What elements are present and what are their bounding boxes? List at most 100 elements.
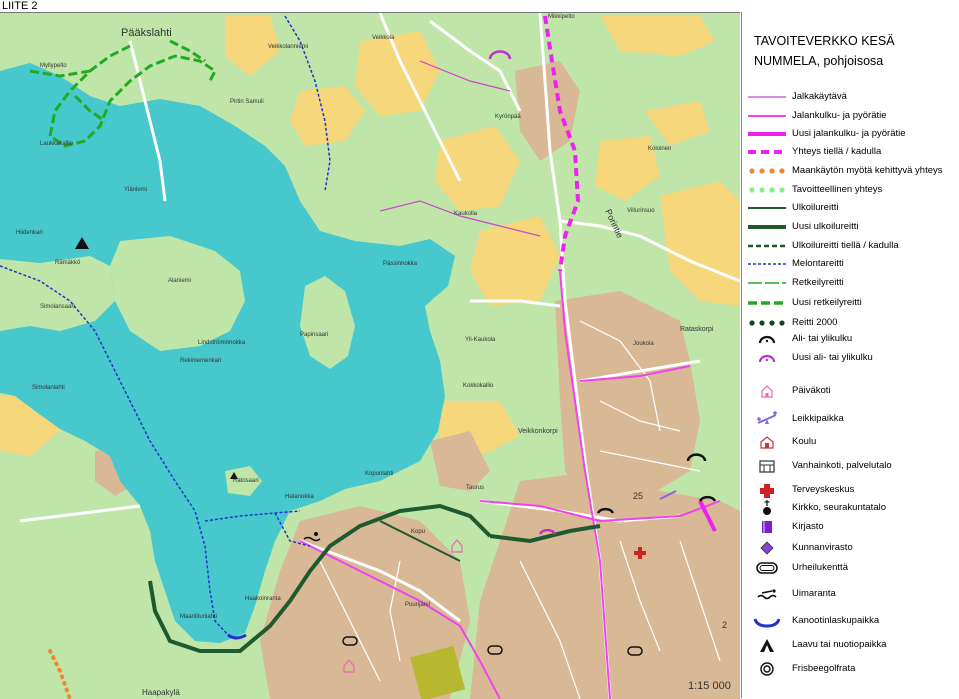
map-place-label: Pääkslahti xyxy=(121,27,172,39)
legend-item-label: Kunnanvirasto xyxy=(792,542,853,553)
legend-item-label: Leikkipaikka xyxy=(792,413,844,424)
school-icon xyxy=(746,433,788,451)
care-icon xyxy=(746,457,788,475)
map-place-label: Simolansaari xyxy=(40,304,75,310)
legend-panel: TAVOITEVERKKO KESÄ NUMMELA, pohjoisosa J… xyxy=(741,12,959,698)
legend-item: Yhteys tiellä / kadulla xyxy=(742,143,959,161)
legend-item-label: Kirjasto xyxy=(792,521,824,532)
legend-item: Päiväkoti xyxy=(742,382,959,400)
legend-item-label: Jalkakäytävä xyxy=(792,91,847,102)
legend-item-label: Kirkko, seurakuntatalo xyxy=(792,502,886,513)
legend-item: Uusi retkeilyreitti xyxy=(742,294,959,312)
map-place-label: Rekiniemenkari xyxy=(180,358,221,364)
legend-item-label: Uusi ulkoilureitti xyxy=(792,221,859,232)
legend-item: Uusi jalankulku- ja pyörätie xyxy=(742,125,959,143)
legend-item-label: Uusi retkeilyreitti xyxy=(792,297,862,308)
map-place-label: Papinsaari xyxy=(300,332,328,338)
map-place-label: Veikkola xyxy=(372,35,395,41)
tent-icon xyxy=(746,636,788,654)
map-place-label: Kaukolla xyxy=(454,211,478,217)
legend-item: Jalkakäytävä xyxy=(742,88,959,106)
map-place-label: 25 xyxy=(633,491,643,501)
map-place-label: Koloinen xyxy=(648,146,671,152)
legend-item: Jalankulku- ja pyörätie xyxy=(742,107,959,125)
map-area[interactable]: PääkslahtiMyllypeltoLaukkakallioYlänlemi… xyxy=(0,12,740,699)
map-place-label: Hatanokka xyxy=(285,494,314,500)
map-place-label: Pässinnokka xyxy=(383,261,418,267)
map-place-label: Villurinsuo xyxy=(627,208,655,214)
seesaw-icon xyxy=(746,410,788,428)
legend-item-label: Ulkoilureitti tiellä / kadulla xyxy=(792,240,899,251)
track-icon xyxy=(746,559,788,577)
house-icon xyxy=(746,382,788,400)
map-place-label: Haapakylä xyxy=(142,688,180,697)
map-place-label: Kokkokallio xyxy=(463,383,494,389)
line-icon xyxy=(746,294,788,312)
legend-item: Laavu tai nuotiopaikka xyxy=(742,636,959,654)
map-place-label: Kyrönpää xyxy=(495,114,521,120)
line-icon xyxy=(746,125,788,143)
legend-item: Koulu xyxy=(742,433,959,451)
map-place-label: Joukola xyxy=(633,341,654,347)
legend-item-label: Melontareitti xyxy=(792,258,844,269)
legend-item: Tavoitteellinen yhteys xyxy=(742,181,959,199)
map-place-label: Kopu xyxy=(411,529,425,535)
legend-item-label: Frisbeegolfrata xyxy=(792,663,855,674)
map-place-label: Haakoinranta xyxy=(245,596,281,602)
legend-item: Ali- tai ylikulku xyxy=(742,330,959,348)
legend-item-label: Yhteys tiellä / kadulla xyxy=(792,146,881,157)
line-icon xyxy=(746,237,788,255)
legend-item: Uusi ali- tai ylikulku xyxy=(742,349,959,367)
appendix-label: LIITE 2 xyxy=(2,0,37,12)
legend-item: Melontareitti xyxy=(742,255,959,273)
canoe-icon xyxy=(746,612,788,630)
legend-item: Frisbeegolfrata xyxy=(742,660,959,678)
disc-icon xyxy=(746,660,788,678)
legend-item-label: Kanootinlaskupaikka xyxy=(792,615,879,626)
legend-item: Maankäytön myötä kehittyvä yhteys xyxy=(742,162,959,180)
map-place-label: Laukkakallio xyxy=(40,141,74,147)
map-place-label: Lindströminnokka xyxy=(198,340,246,346)
line-icon xyxy=(746,143,788,161)
map-place-label: Mikkipelto xyxy=(548,14,575,20)
legend-item: Vanhainkoti, palvelutalo xyxy=(742,457,959,475)
legend-item-label: Retkeilyreitti xyxy=(792,277,844,288)
legend-item: Retkeilyreitti xyxy=(742,274,959,292)
legend-item: Kunnanvirasto xyxy=(742,539,959,557)
dots-icon xyxy=(746,162,788,180)
map-place-label: Rämäkkö xyxy=(55,260,81,266)
legend-item-label: Laavu tai nuotiopaikka xyxy=(792,639,887,650)
legend-subtitle: NUMMELA, pohjoisosa xyxy=(754,54,883,68)
map-place-label: Myllypelto xyxy=(40,63,67,69)
map-place-label: Pirtin Samuli xyxy=(230,99,264,105)
map-place-label: Alaniemi xyxy=(168,278,191,284)
church-icon xyxy=(746,499,788,517)
map-place-label: Puurijärvi xyxy=(405,602,430,608)
line-icon xyxy=(746,218,788,236)
arc-icon xyxy=(746,330,788,348)
arc-icon xyxy=(746,349,788,367)
map-place-label: 2 xyxy=(722,620,727,630)
legend-item-label: Terveyskeskus xyxy=(792,484,854,495)
legend-item-label: Urheilukenttä xyxy=(792,562,848,573)
map-place-label: Ratosaari xyxy=(233,478,259,484)
legend-item: Leikkipaikka xyxy=(742,410,959,428)
legend-item: Kirkko, seurakuntatalo xyxy=(742,499,959,517)
map-place-label: Veikkonkorpi xyxy=(518,428,558,435)
legend-item-label: Ali- tai ylikulku xyxy=(792,333,852,344)
legend-item: Kanootinlaskupaikka xyxy=(742,612,959,630)
legend-item: Ulkoilureitti xyxy=(742,199,959,217)
map-place-label: Rataskorpi xyxy=(680,326,714,333)
line-icon xyxy=(746,199,788,217)
legend-item-label: Jalankulku- ja pyörätie xyxy=(792,110,887,121)
legend-item-label: Uimaranta xyxy=(792,588,836,599)
map-place-label: Kopunlahti xyxy=(365,471,393,477)
legend-item: Uimaranta xyxy=(742,585,959,603)
legend-item: Kirjasto xyxy=(742,518,959,536)
line-icon xyxy=(746,255,788,273)
map-place-label: Veikkolanniemi xyxy=(268,44,308,50)
swim-icon xyxy=(746,585,788,603)
line-icon xyxy=(746,88,788,106)
legend-item-label: Maankäytön myötä kehittyvä yhteys xyxy=(792,165,943,176)
legend-item-label: Vanhainkoti, palvelutalo xyxy=(792,460,892,471)
